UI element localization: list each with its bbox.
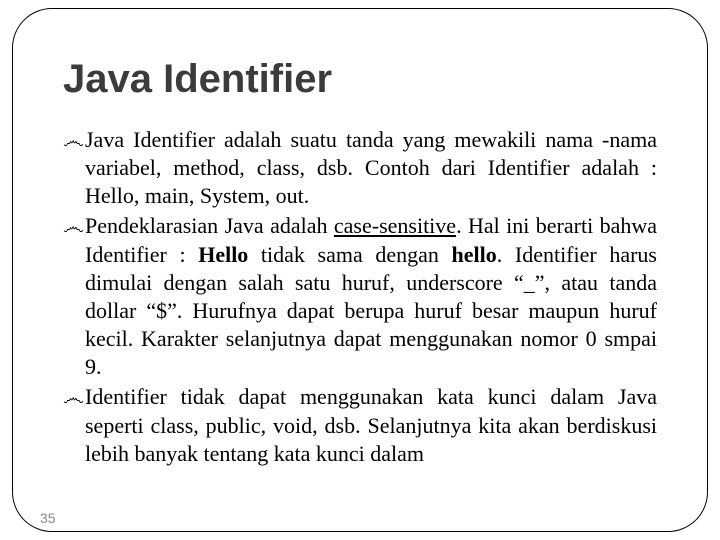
bullet-text: Java Identifier adalah suatu tanda yang …: [85, 126, 657, 210]
text-run: tidak sama dengan: [248, 242, 451, 267]
bullet-icon: ෴: [63, 126, 85, 210]
slide-frame: Java Identifier ෴ Java Identifier adalah…: [12, 8, 708, 532]
bullet-item: ෴ Pendeklarasian Java adalah case-sensit…: [63, 212, 657, 381]
bullet-item: ෴ Java Identifier adalah suatu tanda yan…: [63, 126, 657, 210]
text-bold: hello: [452, 242, 497, 267]
text-run: Identifier tidak dapat menggunakan kata …: [85, 384, 657, 465]
bullet-icon: ෴: [63, 383, 85, 467]
text-run: Pendeklarasian Java adalah: [85, 213, 334, 238]
bullet-icon: ෴: [63, 212, 85, 381]
slide-number: 35: [40, 510, 56, 526]
bullet-text: Identifier tidak dapat menggunakan kata …: [85, 383, 657, 467]
bullet-text: Pendeklarasian Java adalah case-sensitiv…: [85, 212, 657, 381]
text-run: Java Identifier adalah suatu tanda yang …: [85, 127, 657, 208]
bullet-item: ෴ Identifier tidak dapat menggunakan kat…: [63, 383, 657, 467]
slide: Java Identifier ෴ Java Identifier adalah…: [0, 0, 720, 540]
slide-body: ෴ Java Identifier adalah suatu tanda yan…: [63, 126, 657, 468]
text-bold: Hello: [198, 242, 248, 267]
slide-title: Java Identifier: [63, 57, 657, 102]
text-underline: case-sensitive: [334, 213, 456, 238]
